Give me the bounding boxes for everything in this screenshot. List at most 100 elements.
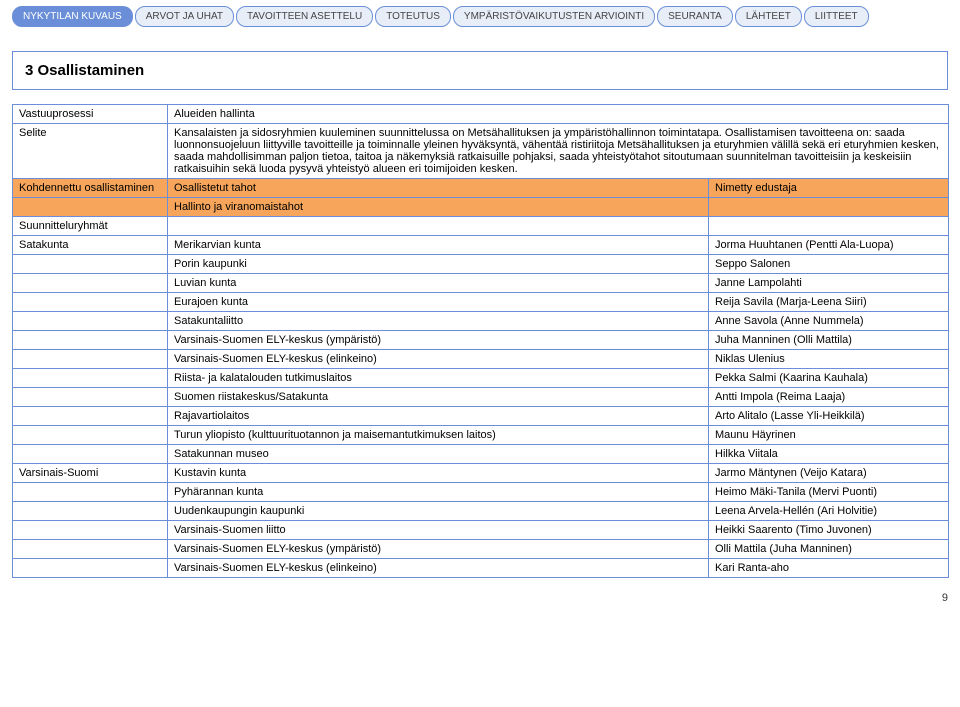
table-row: Eurajoen kunta Reija Savila (Marja-Leena…: [13, 293, 949, 312]
rep-cell: Juha Manninen (Olli Mattila): [709, 331, 949, 350]
empty-cell: [709, 198, 949, 217]
responsibility-label: Vastuuprosessi: [13, 105, 168, 124]
entity-cell: Varsinais-Suomen ELY-keskus (ympäristö): [168, 540, 709, 559]
rep-cell: Anne Savola (Anne Nummela): [709, 312, 949, 331]
tab-arvot-ja-uhat[interactable]: ARVOT JA UHAT: [135, 6, 234, 27]
rep-cell: Jarmo Mäntynen (Veijo Katara): [709, 464, 949, 483]
section-heading: 3 Osallistaminen: [25, 62, 935, 79]
entity-cell: Satakuntaliitto: [168, 312, 709, 331]
description-label: Selite: [13, 124, 168, 179]
tab-ymparistovaikutusten-arviointi[interactable]: YMPÄRISTÖVAIKUTUSTEN ARVIOINTI: [453, 6, 655, 27]
entity-cell: Pyhärannan kunta: [168, 483, 709, 502]
table-row: Varsinais-Suomen liitto Heikki Saarento …: [13, 521, 949, 540]
group-cell: [13, 274, 168, 293]
tab-liitteet[interactable]: LIITTEET: [804, 6, 869, 27]
participation-table: Vastuuprosessi Alueiden hallinta Selite …: [12, 104, 949, 578]
rep-cell: Antti Impola (Reima Laaja): [709, 388, 949, 407]
table-row: Suomen riistakeskus/Satakunta Antti Impo…: [13, 388, 949, 407]
table-row: Porin kaupunki Seppo Salonen: [13, 255, 949, 274]
table-row: Rajavartiolaitos Arto Alitalo (Lasse Yli…: [13, 407, 949, 426]
entity-cell: Merikarvian kunta: [168, 236, 709, 255]
group-cell: [13, 445, 168, 464]
entity-cell: Eurajoen kunta: [168, 293, 709, 312]
table-row: Satakuntaliitto Anne Savola (Anne Nummel…: [13, 312, 949, 331]
group-cell: [13, 483, 168, 502]
rep-cell: Leena Arvela-Hellén (Ari Holvitie): [709, 502, 949, 521]
groups-label: Suunnitteluryhmät: [13, 217, 168, 236]
group-cell: [13, 293, 168, 312]
rep-cell: Niklas Ulenius: [709, 350, 949, 369]
section-heading-box: 3 Osallistaminen: [12, 51, 948, 90]
table-row: Uudenkaupungin kaupunki Leena Arvela-Hel…: [13, 502, 949, 521]
empty-cell: [168, 217, 709, 236]
entity-cell: Riista- ja kalatalouden tutkimuslaitos: [168, 369, 709, 388]
group-cell: [13, 331, 168, 350]
tab-seuranta[interactable]: SEURANTA: [657, 6, 733, 27]
column-headers-row: Kohdennettu osallistaminen Osallistetut …: [13, 179, 949, 198]
rep-cell: Arto Alitalo (Lasse Yli-Heikkilä): [709, 407, 949, 426]
tabs-bar: NYKYTILAN KUVAUS ARVOT JA UHAT TAVOITTEE…: [12, 6, 948, 27]
rep-cell: Hilkka Viitala: [709, 445, 949, 464]
group-cell: [13, 502, 168, 521]
group-cell: [13, 350, 168, 369]
rep-cell: Heikki Saarento (Timo Juvonen): [709, 521, 949, 540]
group-cell: [13, 388, 168, 407]
col3-header: Nimetty edustaja: [709, 179, 949, 198]
rep-cell: Maunu Häyrinen: [709, 426, 949, 445]
table-row: Pyhärannan kunta Heimo Mäki-Tanila (Merv…: [13, 483, 949, 502]
section-subheader: Hallinto ja viranomaistahot: [168, 198, 709, 217]
entity-cell: Varsinais-Suomen ELY-keskus (elinkeino): [168, 350, 709, 369]
group-cell: [13, 255, 168, 274]
tab-tavoitteen-asettelu[interactable]: TAVOITTEEN ASETTELU: [236, 6, 373, 27]
table-row: Luvian kunta Janne Lampolahti: [13, 274, 949, 293]
table-row: Varsinais-Suomen ELY-keskus (elinkeino) …: [13, 559, 949, 578]
empty-cell: [13, 198, 168, 217]
groups-label-row: Suunnitteluryhmät: [13, 217, 949, 236]
group-cell: [13, 312, 168, 331]
table-row: Varsinais-Suomen ELY-keskus (ympäristö) …: [13, 540, 949, 559]
page-number: 9: [12, 592, 948, 604]
intro-row-responsibility: Vastuuprosessi Alueiden hallinta: [13, 105, 949, 124]
rep-cell: Jorma Huuhtanen (Pentti Ala-Luopa): [709, 236, 949, 255]
intro-row-description: Selite Kansalaisten ja sidosryhmien kuul…: [13, 124, 949, 179]
section-subheader-row: Hallinto ja viranomaistahot: [13, 198, 949, 217]
entity-cell: Kustavin kunta: [168, 464, 709, 483]
tab-nykytilan-kuvaus[interactable]: NYKYTILAN KUVAUS: [12, 6, 133, 27]
group-cell: [13, 426, 168, 445]
group-cell: [13, 407, 168, 426]
group-cell: Varsinais-Suomi: [13, 464, 168, 483]
group-cell: [13, 521, 168, 540]
entity-cell: Turun yliopisto (kulttuurituotannon ja m…: [168, 426, 709, 445]
table-row: Turun yliopisto (kulttuurituotannon ja m…: [13, 426, 949, 445]
col1-header: Kohdennettu osallistaminen: [13, 179, 168, 198]
entity-cell: Varsinais-Suomen ELY-keskus (ympäristö): [168, 331, 709, 350]
entity-cell: Porin kaupunki: [168, 255, 709, 274]
group-cell: Satakunta: [13, 236, 168, 255]
table-row: Varsinais-Suomen ELY-keskus (elinkeino) …: [13, 350, 949, 369]
table-row: Satakunta Merikarvian kunta Jorma Huuhta…: [13, 236, 949, 255]
rep-cell: Janne Lampolahti: [709, 274, 949, 293]
group-cell: [13, 540, 168, 559]
tab-lahteet[interactable]: LÄHTEET: [735, 6, 802, 27]
entity-cell: Rajavartiolaitos: [168, 407, 709, 426]
table-row: Satakunnan museo Hilkka Viitala: [13, 445, 949, 464]
rep-cell: Kari Ranta-aho: [709, 559, 949, 578]
rep-cell: Olli Mattila (Juha Manninen): [709, 540, 949, 559]
col2-header: Osallistetut tahot: [168, 179, 709, 198]
tab-toteutus[interactable]: TOTEUTUS: [375, 6, 451, 27]
entity-cell: Luvian kunta: [168, 274, 709, 293]
table-row: Varsinais-Suomi Kustavin kunta Jarmo Män…: [13, 464, 949, 483]
entity-cell: Varsinais-Suomen liitto: [168, 521, 709, 540]
entity-cell: Uudenkaupungin kaupunki: [168, 502, 709, 521]
rep-cell: Reija Savila (Marja-Leena Siiri): [709, 293, 949, 312]
entity-cell: Suomen riistakeskus/Satakunta: [168, 388, 709, 407]
rep-cell: Seppo Salonen: [709, 255, 949, 274]
rep-cell: Pekka Salmi (Kaarina Kauhala): [709, 369, 949, 388]
empty-cell: [709, 217, 949, 236]
entity-cell: Satakunnan museo: [168, 445, 709, 464]
description-value: Kansalaisten ja sidosryhmien kuuleminen …: [168, 124, 949, 179]
table-row: Riista- ja kalatalouden tutkimuslaitos P…: [13, 369, 949, 388]
responsibility-value: Alueiden hallinta: [168, 105, 949, 124]
group-cell: [13, 369, 168, 388]
group-cell: [13, 559, 168, 578]
